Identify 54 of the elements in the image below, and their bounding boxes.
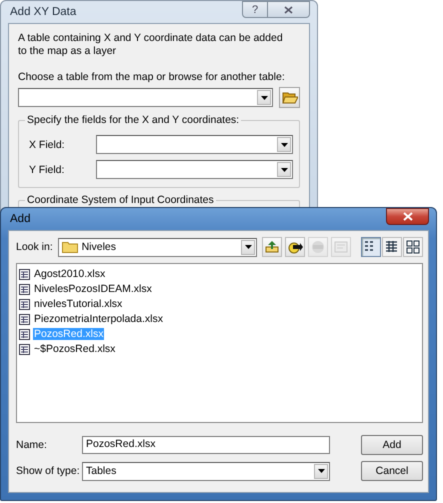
group-title: Coordinate System of Input Coordinates (25, 194, 216, 206)
file-item[interactable]: NivelesPozosIDEAM.xlsx (33, 283, 153, 295)
close-icon (284, 6, 293, 14)
thumbnails-view-button[interactable] (403, 237, 423, 257)
field-label: X Field: (29, 138, 66, 150)
window-title: Add XY Data (9, 6, 76, 18)
up-folder-button[interactable] (262, 237, 282, 257)
field-label: Look in: (16, 241, 54, 253)
field-label: Choose a table from the map or browse for another table: (18, 71, 286, 83)
look-in-dropdown[interactable]: Niveles (58, 238, 257, 256)
close-button[interactable] (268, 1, 310, 18)
folder-icon (62, 241, 78, 253)
type-dropdown[interactable]: Tables (82, 462, 330, 480)
name-field[interactable]: PozosRed.xlsx (82, 436, 330, 454)
list-view-button[interactable] (361, 237, 381, 257)
dropdown-arrow-icon (280, 168, 288, 172)
add-button[interactable]: Add (361, 435, 423, 455)
file-item[interactable]: nivelesTutorial.xlsx (33, 298, 124, 310)
help-button[interactable]: ? (242, 1, 268, 18)
connect-folder-button[interactable] (285, 237, 305, 257)
field-label: Y Field: (29, 164, 66, 176)
dropdown-arrow-icon (280, 142, 288, 146)
close-icon (402, 212, 412, 221)
details-view-icon (384, 239, 400, 255)
properties-icon (333, 239, 349, 255)
close-button[interactable] (386, 208, 429, 225)
up-folder-icon (264, 239, 280, 255)
description-text: A table containing X and Y coordinate data can be added to the map as a layer (18, 32, 284, 58)
field-dropdown[interactable] (96, 135, 293, 154)
window-title: Add (9, 213, 30, 225)
field-label: Show of type: (16, 465, 81, 477)
table-dropdown[interactable] (18, 88, 273, 107)
dropdown-arrow-icon (244, 245, 252, 249)
table-file-icon (19, 314, 30, 324)
table-file-icon (19, 328, 30, 340)
file-item[interactable]: ~$PozosRed.xlsx (33, 343, 116, 355)
thumbnails-view-icon (405, 239, 421, 255)
field-dropdown[interactable] (96, 160, 293, 179)
file-list[interactable]: Agost2010.xlsx NivelesPozosIDEAM.xlsx nivelesTutorial.xlsx PiezometriaInterpolada.xlsx PozosRed.xlsx ~$PozosRed.xlsx (16, 263, 423, 423)
cancel-button[interactable]: Cancel (361, 461, 423, 481)
table-file-icon (19, 284, 30, 294)
group-title: Specify the fields for the X and Y coordinates: (25, 114, 242, 126)
table-file-icon (19, 268, 30, 280)
file-item[interactable]: Agost2010.xlsx (33, 268, 106, 280)
browse-button[interactable] (279, 87, 300, 108)
field-label: Name: (16, 439, 48, 451)
open-folder-icon (282, 91, 298, 104)
dropdown-arrow-icon (318, 469, 324, 473)
disconnect-icon (310, 239, 326, 255)
details-view-button[interactable] (382, 237, 402, 257)
file-item[interactable]: PiezometriaInterpolada.xlsx (33, 313, 164, 325)
table-file-icon (19, 344, 30, 354)
dropdown-arrow-icon (260, 96, 268, 100)
table-file-icon (19, 298, 30, 310)
